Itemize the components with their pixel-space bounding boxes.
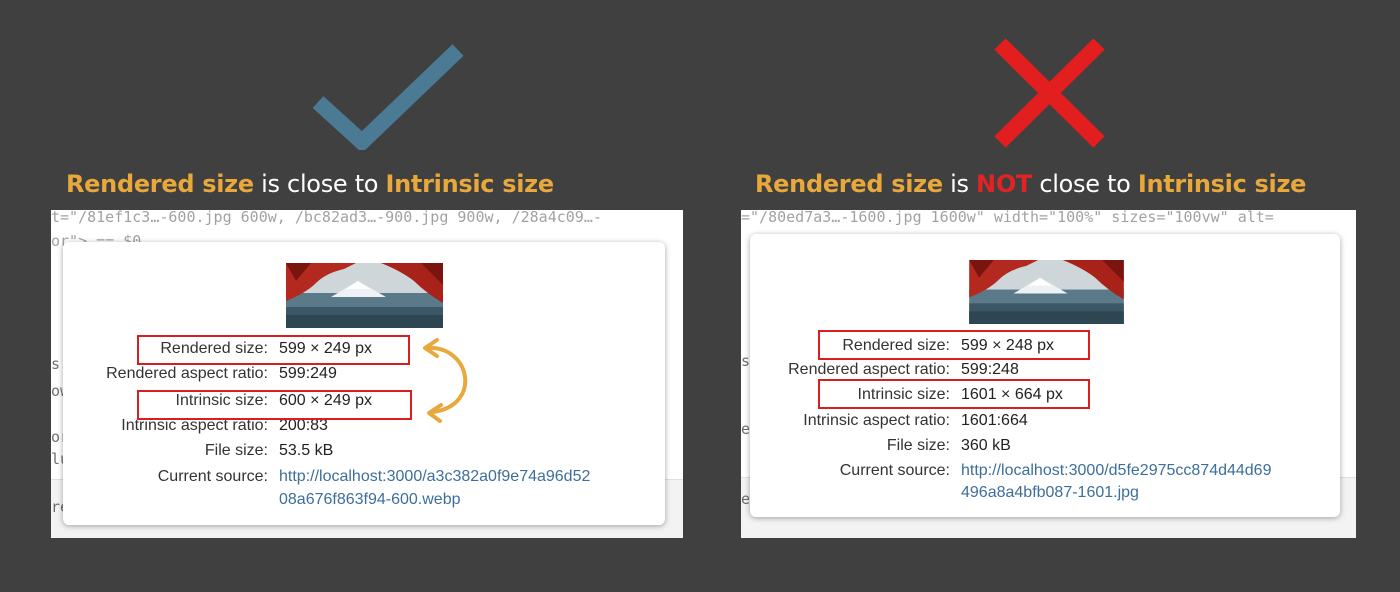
image-info-tooltip: Rendered size: 599 × 248 px Rendered asp…: [750, 234, 1340, 517]
info-key: Rendered aspect ratio:: [788, 361, 950, 378]
info-row: 496a8a4bfb087-1601.jpg: [750, 484, 1340, 509]
info-key: Rendered aspect ratio:: [106, 365, 268, 382]
current-source-link[interactable]: http://localhost:3000/d5fe2975cc874d44d6…: [961, 462, 1271, 480]
info-value: 599:249: [279, 365, 337, 382]
code-line-top: t="/81ef1c3…-600.jpg 600w, /bc82ad3…-900…: [51, 210, 602, 226]
info-key: File size:: [204, 442, 268, 459]
double-arrow-icon: [423, 338, 468, 423]
headline-connector: is close to: [253, 170, 386, 198]
right-panel: Rendered size is NOT close to Intrinsic …: [700, 0, 1400, 592]
left-devtools-screenshot: t="/81ef1c3…-600.jpg 600w, /bc82ad3…-900…: [51, 210, 683, 538]
current-source-link-cont[interactable]: 08a676f863f94-600.webp: [279, 491, 461, 509]
info-key: Current source:: [157, 468, 268, 485]
headline-intrinsic-size: Intrinsic size: [1137, 170, 1307, 198]
info-value: 1601:664: [961, 412, 1028, 429]
image-info-tooltip: Rendered size: 599 × 249 px Rendered asp…: [63, 242, 665, 525]
gutter-text: e: [741, 490, 751, 508]
right-devtools-screenshot: ="/80ed7a3…-1600.jpg 1600w" width="100%"…: [741, 210, 1356, 538]
headline-rendered-size: Rendered size: [66, 170, 254, 198]
checkmark-icon: [312, 44, 464, 150]
rendered-size-highlight-box: [137, 335, 410, 365]
current-source-link[interactable]: http://localhost:3000/a3c382a0f9e74a96d5…: [279, 468, 590, 486]
gutter-text: e: [741, 420, 751, 438]
headline-connector: is: [942, 170, 977, 198]
info-row: Current source: http://localhost:3000/a3…: [63, 468, 665, 493]
current-source-link-cont[interactable]: 496a8a4bfb087-1601.jpg: [961, 484, 1139, 502]
headline-not: NOT: [976, 170, 1033, 198]
info-row: Intrinsic aspect ratio: 1601:664: [750, 412, 1340, 437]
right-headline: Rendered size is NOT close to Intrinsic …: [755, 170, 1306, 198]
gutter-text: s: [51, 355, 61, 373]
info-row: File size: 53.5 kB: [63, 442, 665, 467]
info-value: 599:248: [961, 361, 1019, 378]
intrinsic-size-highlight-box: [818, 379, 1090, 409]
rendered-size-highlight-box: [818, 330, 1090, 360]
info-value: 53.5 kB: [279, 442, 334, 459]
info-row: 08a676f863f94-600.webp: [63, 491, 665, 516]
info-value: 360 kB: [961, 437, 1011, 454]
headline-intrinsic-size: Intrinsic size: [385, 170, 555, 198]
info-key: Intrinsic aspect ratio:: [803, 412, 950, 429]
code-line-top: ="/80ed7a3…-1600.jpg 1600w" width="100%"…: [741, 210, 1274, 226]
left-panel: Rendered size is close to Intrinsic size…: [0, 0, 700, 592]
image-thumbnail: [969, 260, 1124, 324]
info-row: File size: 360 kB: [750, 437, 1340, 462]
headline-connector: close to: [1032, 170, 1138, 198]
info-key: Current source:: [839, 462, 950, 479]
info-row: Rendered aspect ratio: 599:249: [63, 365, 665, 390]
left-headline: Rendered size is close to Intrinsic size: [66, 170, 554, 198]
headline-rendered-size: Rendered size: [755, 170, 943, 198]
info-row: Intrinsic aspect ratio: 200:83: [63, 417, 665, 442]
intrinsic-size-highlight-box: [137, 390, 412, 420]
image-thumbnail: [286, 263, 443, 328]
info-key: File size:: [886, 437, 950, 454]
gutter-text: s: [741, 352, 751, 370]
cross-icon: [994, 38, 1105, 148]
